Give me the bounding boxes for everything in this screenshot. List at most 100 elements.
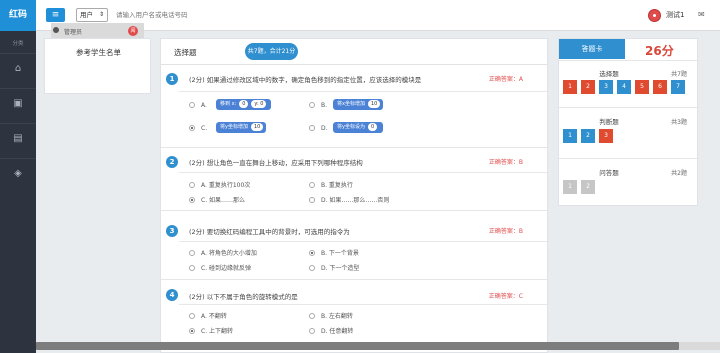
- code-block: 将y坐标增加 10: [216, 122, 266, 133]
- username[interactable]: 测试1: [666, 10, 684, 20]
- question-item: 2 (2分) 想让角色一直在舞台上移动，应采用下列哪种程序结构 正确答案：B A…: [161, 149, 547, 211]
- question-panel: 选择题 共7题，合计21分 1 (2分) 如果通过修改区域中的数字，确定角色移到…: [160, 38, 548, 353]
- chevron-updown-icon: ⇕: [98, 11, 104, 18]
- question-nav-box[interactable]: 7: [671, 80, 685, 94]
- question-nav-box[interactable]: 2: [581, 129, 595, 143]
- question-nav-box[interactable]: 3: [599, 80, 613, 94]
- grade-badge[interactable]: 阅: [128, 26, 138, 36]
- radio-button-selected[interactable]: [189, 328, 195, 334]
- horizontal-scrollbar[interactable]: [36, 342, 720, 350]
- radio-button[interactable]: [309, 182, 315, 188]
- option-a[interactable]: A. 重复执行100次: [189, 180, 250, 189]
- question-text: (2分) 想让角色一直在舞台上移动，应采用下列哪种程序结构: [189, 159, 363, 167]
- correct-answer: 正确答案：B: [488, 228, 523, 235]
- block-label: 将y坐标设为: [337, 124, 365, 130]
- question-text: (2分) 以下不属于角色的旋转模式的是: [189, 293, 298, 301]
- sidebar-item-layers[interactable]: ◈: [0, 158, 36, 188]
- option-letter: C.: [201, 125, 208, 132]
- option-d[interactable]: D. 如果……那么……否则: [309, 195, 389, 204]
- radio-button[interactable]: [309, 102, 315, 108]
- question-text: (2分) 如果通过修改区域中的数字，确定角色移到的指定位置，应该选择的模块是: [189, 76, 422, 84]
- scrollbar-thumb[interactable]: [36, 342, 679, 350]
- brand-logo[interactable]: 红码: [0, 0, 36, 31]
- option-b[interactable]: B.: [309, 102, 327, 109]
- book-open-icon: ▤: [13, 133, 23, 144]
- user-type-select[interactable]: 用户 ⇕: [76, 8, 108, 22]
- question-nav-box[interactable]: 1: [563, 80, 577, 94]
- block-value: 0: [239, 100, 249, 108]
- radio-button[interactable]: [189, 182, 195, 188]
- option-b[interactable]: B. 下一个背景: [309, 248, 359, 257]
- divider: [179, 304, 547, 305]
- answer-card-panel: 答题卡 26分 选择题 共7题 判断题 共3题 问答题 共2题 12345671…: [558, 38, 699, 206]
- code-block: 将y坐标设为 0: [333, 122, 383, 133]
- option-text: A. 重复执行100次: [201, 182, 251, 189]
- divider: [179, 241, 547, 242]
- question-panel-header: 选择题 共7题，合计21分: [161, 39, 547, 65]
- menu-icon[interactable]: ≡: [46, 8, 65, 22]
- radio-button[interactable]: [189, 250, 195, 256]
- question-nav-box[interactable]: 6: [653, 80, 667, 94]
- question-nav-box[interactable]: 2: [581, 180, 595, 194]
- question-nav-box[interactable]: 1: [563, 180, 577, 194]
- total-badge: 共7题，合计21分: [245, 43, 298, 60]
- option-c[interactable]: C. 如果……那么: [189, 195, 245, 204]
- block-value: 10: [250, 123, 264, 131]
- option-text: D. 如果……那么……否则: [321, 197, 390, 204]
- student-list-card: 参考学生名单: [44, 38, 151, 94]
- option-c[interactable]: C. 上下翻转: [189, 326, 233, 335]
- radio-button[interactable]: [309, 328, 315, 334]
- option-letter: A.: [201, 102, 207, 109]
- option-text: B. 重复执行: [321, 182, 353, 189]
- divider: [179, 91, 547, 92]
- answer-card-button[interactable]: 答题卡: [559, 39, 625, 59]
- option-b[interactable]: B. 左右翻转: [309, 311, 353, 320]
- user-select-value: 用户: [80, 11, 93, 19]
- correct-answer: 正确答案：C: [488, 293, 523, 300]
- divider: [179, 172, 547, 173]
- divider: [559, 60, 699, 61]
- radio-button-selected[interactable]: [189, 197, 195, 203]
- option-d[interactable]: D.: [309, 125, 328, 132]
- option-a[interactable]: A. 不翻转: [189, 311, 227, 320]
- question-nav-box[interactable]: 2: [581, 80, 595, 94]
- question-nav-box[interactable]: 5: [635, 80, 649, 94]
- question-nav-box[interactable]: 1: [563, 129, 577, 143]
- radio-button[interactable]: [309, 125, 315, 131]
- question-nav-box[interactable]: 3: [599, 129, 613, 143]
- radio-button[interactable]: [309, 265, 315, 271]
- option-c[interactable]: C. 碰到边缘就反弹: [189, 263, 251, 272]
- option-text: C. 如果……那么: [201, 197, 246, 204]
- option-a[interactable]: A. 将角色的大小增加: [189, 248, 257, 257]
- home-icon: ⌂: [14, 63, 22, 74]
- option-d[interactable]: D. 任意翻转: [309, 326, 353, 335]
- option-c[interactable]: C.: [189, 125, 207, 132]
- sidebar-item-courses[interactable]: ▣: [0, 88, 36, 118]
- question-nav-box[interactable]: 4: [617, 80, 631, 94]
- score-value: 26分: [645, 44, 674, 58]
- radio-button[interactable]: [189, 265, 195, 271]
- section-title: 选择题: [174, 48, 197, 57]
- option-a[interactable]: A.: [189, 102, 207, 109]
- option-d[interactable]: D. 下一个造型: [309, 263, 359, 272]
- option-b[interactable]: B. 重复执行: [309, 180, 353, 189]
- radio-button-selected[interactable]: [309, 250, 315, 256]
- radio-button[interactable]: [309, 197, 315, 203]
- radio-button-selected[interactable]: [189, 125, 195, 131]
- divider: [559, 158, 699, 159]
- user-icon: [53, 27, 59, 33]
- sidebar-item-library[interactable]: ▤: [0, 123, 36, 153]
- section-title-judge: 判断题: [599, 118, 619, 126]
- search-input[interactable]: [116, 9, 316, 21]
- avatar[interactable]: [648, 9, 661, 22]
- question-number: 4: [166, 289, 178, 301]
- radio-button[interactable]: [309, 313, 315, 319]
- mail-icon[interactable]: ✉: [698, 10, 705, 19]
- student-name: 管理员: [64, 29, 83, 36]
- radio-button[interactable]: [189, 313, 195, 319]
- book-icon: ▣: [13, 98, 23, 109]
- sidebar-item-home[interactable]: ⌂: [0, 53, 36, 83]
- code-block: 将x坐标增加 10: [333, 99, 383, 110]
- radio-button[interactable]: [189, 102, 195, 108]
- option-text: C. 碰到边缘就反弹: [201, 265, 252, 272]
